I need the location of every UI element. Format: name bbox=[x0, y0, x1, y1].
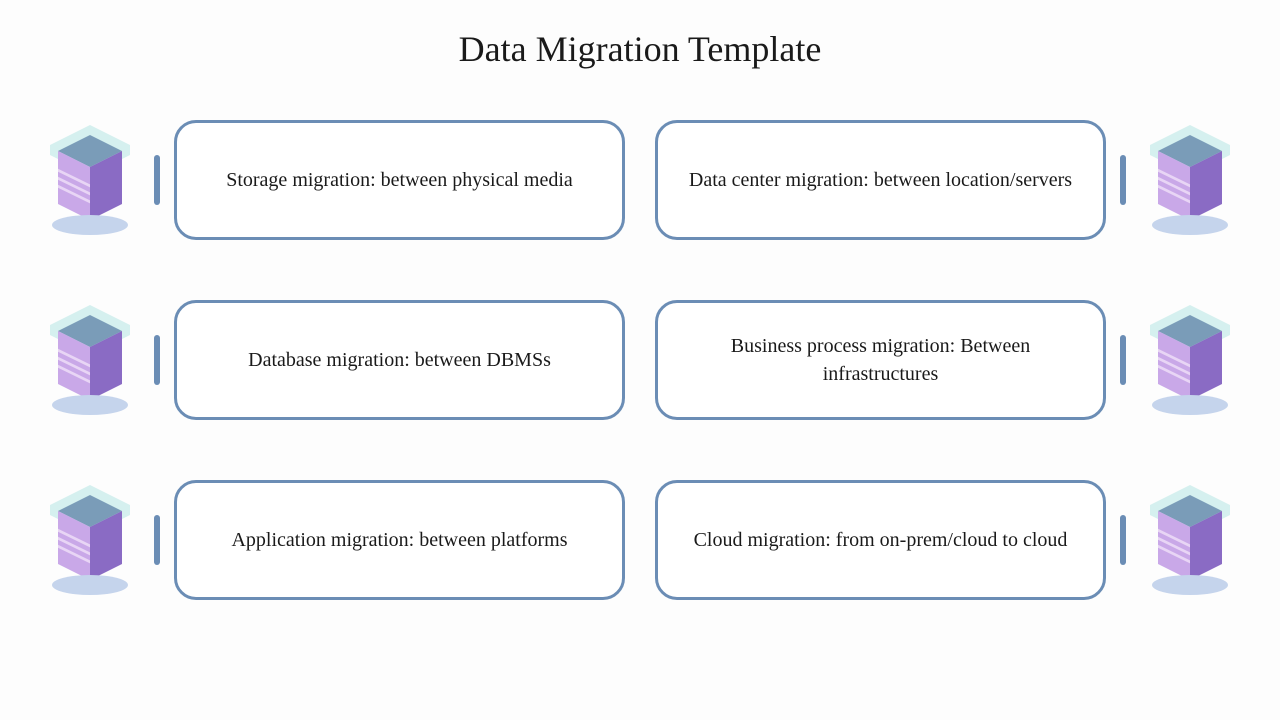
migration-box: Data center migration: between location/… bbox=[655, 120, 1106, 240]
migration-box: Storage migration: between physical medi… bbox=[174, 120, 625, 240]
connector bbox=[154, 515, 160, 565]
migration-box: Application migration: between platforms bbox=[174, 480, 625, 600]
connector bbox=[154, 155, 160, 205]
migration-text: Database migration: between DBMSs bbox=[248, 346, 551, 374]
server-icon bbox=[1140, 480, 1240, 600]
server-icon bbox=[40, 120, 140, 240]
migration-box: Cloud migration: from on-prem/cloud to c… bbox=[655, 480, 1106, 600]
connector bbox=[1120, 515, 1126, 565]
migration-text: Cloud migration: from on-prem/cloud to c… bbox=[694, 526, 1068, 554]
migration-item: Database migration: between DBMSs bbox=[40, 290, 625, 430]
server-icon bbox=[40, 300, 140, 420]
connector bbox=[1120, 155, 1126, 205]
server-icon bbox=[1140, 120, 1240, 240]
migration-grid: Storage migration: between physical medi… bbox=[40, 110, 1240, 610]
migration-text: Storage migration: between physical medi… bbox=[226, 166, 573, 194]
connector bbox=[1120, 335, 1126, 385]
migration-item: Cloud migration: from on-prem/cloud to c… bbox=[655, 470, 1240, 610]
migration-item: Application migration: between platforms bbox=[40, 470, 625, 610]
migration-text: Data center migration: between location/… bbox=[689, 166, 1072, 194]
migration-item: Storage migration: between physical medi… bbox=[40, 110, 625, 250]
connector bbox=[154, 335, 160, 385]
migration-box: Database migration: between DBMSs bbox=[174, 300, 625, 420]
server-icon bbox=[1140, 300, 1240, 420]
page-title: Data Migration Template bbox=[459, 28, 822, 70]
migration-text: Business process migration: Between infr… bbox=[688, 332, 1073, 388]
server-icon bbox=[40, 480, 140, 600]
migration-item: Business process migration: Between infr… bbox=[655, 290, 1240, 430]
migration-box: Business process migration: Between infr… bbox=[655, 300, 1106, 420]
migration-text: Application migration: between platforms bbox=[231, 526, 567, 554]
migration-item: Data center migration: between location/… bbox=[655, 110, 1240, 250]
